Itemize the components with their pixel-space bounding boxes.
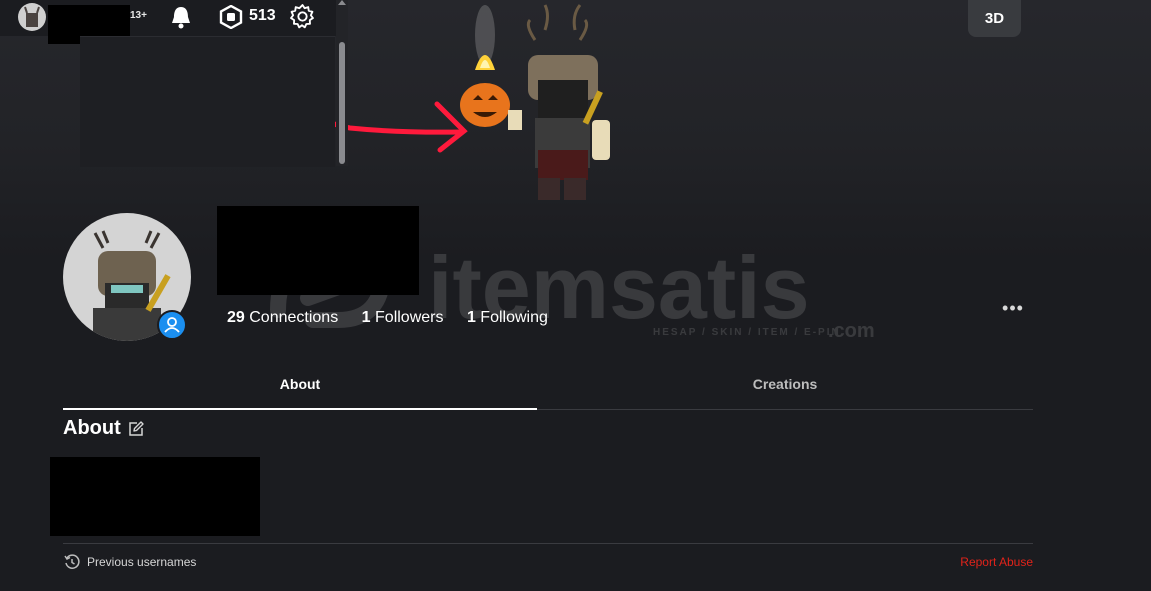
robux-balance[interactable]: 513: [249, 7, 276, 25]
active-tab-indicator: [63, 408, 537, 410]
stat-count: 29: [227, 309, 245, 326]
edit-icon[interactable]: [128, 421, 144, 437]
tab-creations[interactable]: Creations: [537, 368, 1033, 410]
robux-icon[interactable]: [219, 5, 243, 29]
stat-following[interactable]: 1 Following: [467, 309, 548, 327]
notification-dropdown-panel: [80, 36, 335, 167]
history-icon: [64, 554, 80, 569]
stat-connections[interactable]: 29 Connections: [227, 309, 338, 327]
profile-stats: 29 Connections 1 Followers 1 Following: [227, 309, 567, 327]
watermark-suffix: .com: [828, 320, 875, 340]
watermark-tagline: HESAP / SKIN / ITEM / E-PIN: [653, 327, 841, 338]
stat-followers[interactable]: 1 Followers: [362, 309, 444, 327]
stat-label: Following: [480, 309, 548, 326]
stat-label: Connections: [249, 309, 339, 326]
scroll-up-arrow-icon[interactable]: [338, 0, 346, 5]
stat-count: 1: [466, 309, 476, 326]
tab-about[interactable]: About: [63, 368, 537, 410]
age-badge: 13+: [130, 10, 147, 21]
redacted-display-name: [217, 206, 419, 295]
scrollbar-thumb[interactable]: [339, 42, 345, 164]
bell-icon[interactable]: [170, 5, 192, 29]
header-avatar[interactable]: [18, 3, 46, 31]
gear-icon[interactable]: [290, 4, 315, 29]
avatar-3d-render: [460, 4, 610, 200]
more-options-icon[interactable]: •••: [1000, 298, 1026, 318]
about-heading: About: [63, 417, 121, 439]
person-icon: [164, 317, 180, 333]
previous-usernames-link[interactable]: Previous usernames: [87, 555, 196, 569]
online-status-badge: [157, 310, 187, 340]
redacted-about-description: [50, 457, 260, 536]
footer-divider: [63, 543, 1033, 544]
stat-count: 1: [361, 309, 371, 326]
stat-label: Followers: [375, 309, 444, 326]
3d-view-toggle-button[interactable]: 3D: [968, 0, 1021, 37]
report-abuse-link[interactable]: Report Abuse: [960, 555, 1033, 569]
